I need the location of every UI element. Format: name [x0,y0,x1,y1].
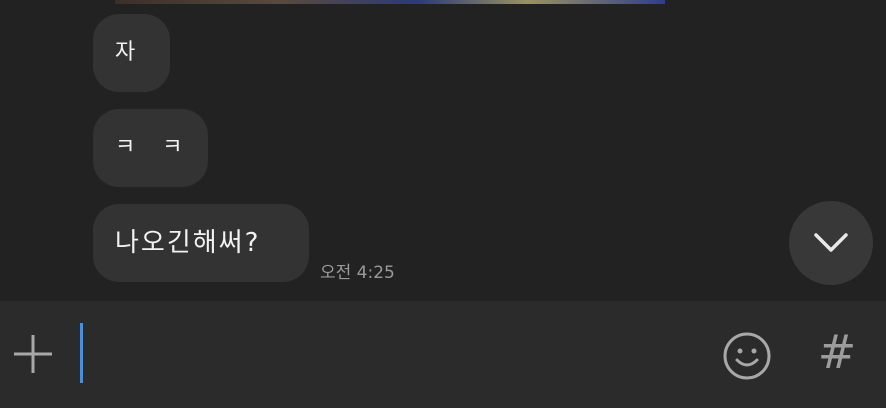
message-text: 나오긴해써? [115,228,261,258]
hash-icon: # [817,325,857,379]
message-bubble[interactable]: ㅋ ㅋ [93,109,208,187]
message-list[interactable]: 자 ㅋ ㅋ 나오긴해써? 오전 4:25 [0,0,886,300]
chat-screen: 자 ㅋ ㅋ 나오긴해써? 오전 4:25 # [0,0,886,408]
message-bubble[interactable]: 나오긴해써? [93,204,309,282]
plus-icon [14,335,52,373]
message-text: 자 [115,40,138,65]
message-text: ㅋ ㅋ [115,135,193,160]
attach-button[interactable] [10,331,56,377]
message-bubble[interactable]: 자 [93,14,170,92]
chevron-down-icon [814,233,848,252]
text-caret [80,323,83,383]
scroll-to-bottom-button[interactable] [789,201,873,285]
hashtag-search-button[interactable]: # [812,327,862,377]
emoji-button[interactable] [721,330,773,382]
emoji-icon [723,332,771,380]
message-input[interactable] [86,321,690,389]
message-composer: # [0,301,886,408]
message-timestamp: 오전 4:25 [320,263,395,283]
image-message-edge[interactable] [115,0,665,4]
